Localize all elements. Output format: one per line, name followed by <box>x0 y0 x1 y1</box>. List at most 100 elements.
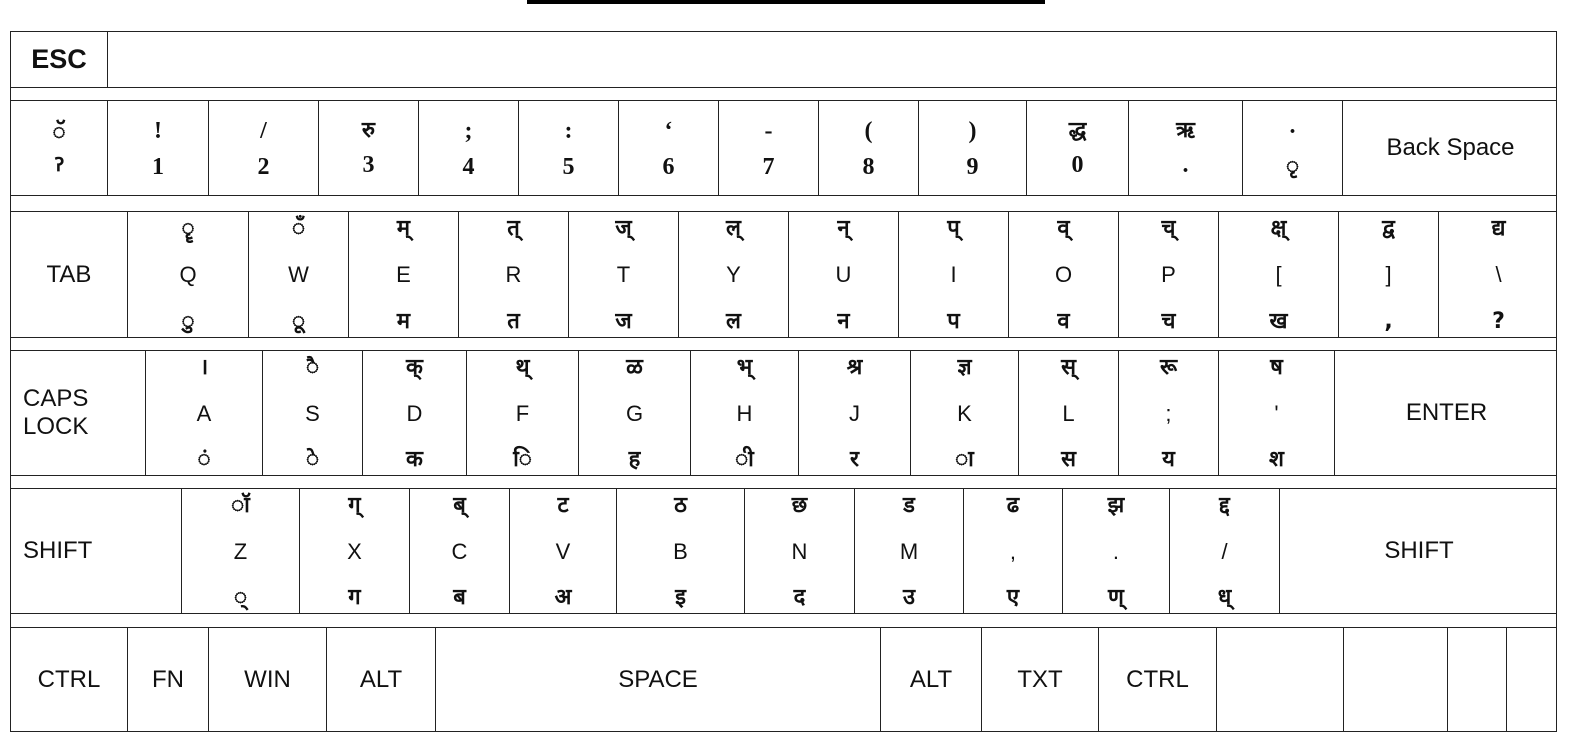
key-5[interactable]: :5 <box>519 101 619 195</box>
key-tab[interactable]: TAB <box>11 212 128 337</box>
key-top-glyph: ॅ <box>52 119 66 145</box>
key-mid-glyph: C <box>451 538 468 564</box>
key-m[interactable]: डMउ <box>855 489 964 613</box>
key-blank[interactable]: द्व], <box>1339 212 1439 337</box>
key-label: SHIFT <box>1384 537 1454 565</box>
key-top-glyph: क्ष् <box>1270 216 1287 241</box>
key-y[interactable]: ल् Y ल <box>679 212 789 337</box>
key-label: ESC <box>31 43 87 74</box>
key-enter[interactable]: ENTER <box>1335 351 1558 475</box>
key-top-glyph: म् <box>396 216 411 241</box>
key-mid-glyph: O <box>1054 262 1073 288</box>
key-blank[interactable]: ढ, ए <box>964 489 1063 613</box>
key-top-glyph: ल् <box>726 216 741 241</box>
key-e[interactable]: म् E म <box>349 212 459 337</box>
key-c[interactable]: ब् C ब <box>410 489 510 613</box>
key-v[interactable]: टVअ <box>510 489 617 613</box>
key-w[interactable]: ँ Wू <box>249 212 349 337</box>
key-f[interactable]: थ् Fि <box>467 351 579 475</box>
key-4[interactable]: ; 4 <box>419 101 519 195</box>
key-z[interactable]: ॉ Z् <box>182 489 300 613</box>
key-mid-glyph: / <box>1221 538 1228 564</box>
key-7[interactable]: -7 <box>719 101 819 195</box>
key-blank[interactable] <box>1448 628 1507 731</box>
space-row: CTRL FN WIN ALT SPACE ALT TXT CTRL <box>10 627 1557 732</box>
key-blank[interactable]: ·ृ <box>1243 101 1343 195</box>
key-mid-glyph: W <box>288 262 309 288</box>
key-bottom-glyph: . <box>1182 151 1189 178</box>
key-bottom-glyph: 7 <box>762 153 775 180</box>
key-top-glyph: ब् <box>453 493 466 518</box>
key-mid-glyph: T <box>616 262 631 288</box>
key-0[interactable]: द्ध 0 <box>1027 101 1129 195</box>
key-blank[interactable]: ऋ. <box>1129 101 1243 195</box>
key-top-glyph: द्व <box>1382 216 1395 241</box>
key-1[interactable]: ! 1 <box>108 101 209 195</box>
key-fn[interactable]: FN <box>128 628 209 731</box>
key-bottom-glyph: ृ <box>1285 153 1300 179</box>
key-win[interactable]: WIN <box>209 628 327 731</box>
key-9[interactable]: ) 9 <box>919 101 1027 195</box>
key-txt[interactable]: TXT <box>982 628 1099 731</box>
key-mid-glyph: M <box>899 538 919 564</box>
row-spacer <box>10 614 1557 627</box>
key-3[interactable]: रु 3 <box>319 101 419 195</box>
key-bottom-glyph: ध् <box>1217 584 1232 610</box>
key-blank[interactable] <box>1217 628 1344 731</box>
key-a[interactable]: । Aं <box>146 351 263 475</box>
key-bottom-glyph: च <box>1161 308 1176 334</box>
key-o[interactable]: व् O व <box>1009 212 1119 337</box>
key-mid-glyph: R <box>505 262 522 288</box>
key-blank[interactable]: ॅ ॽ <box>11 101 108 195</box>
key-esc[interactable]: ESC <box>11 32 108 87</box>
key-2[interactable]: /2 <box>209 101 319 195</box>
key-space[interactable]: SPACE <box>436 628 881 731</box>
key-caps-lock[interactable]: CAPS LOCK <box>11 351 146 475</box>
key-n[interactable]: छNद <box>745 489 855 613</box>
key-blank[interactable] <box>1507 628 1558 731</box>
key-mid-glyph: Q <box>179 262 197 288</box>
key-bottom-glyph: ल <box>726 308 741 334</box>
key-j[interactable]: श्र J र <box>799 351 911 475</box>
key-r[interactable]: त् R त <box>459 212 569 337</box>
key-ctrl[interactable]: CTRL <box>11 628 128 731</box>
key-blank[interactable]: द्य \? <box>1439 212 1558 337</box>
key-blank[interactable]: क्ष् [ख <box>1219 212 1339 337</box>
key-alt[interactable]: ALT <box>327 628 436 731</box>
key-blank[interactable] <box>1344 628 1448 731</box>
key-8[interactable]: (8 <box>819 101 919 195</box>
key-blank[interactable]: द्द / ध् <box>1170 489 1280 613</box>
key-mid-glyph: N <box>791 538 808 564</box>
key-x[interactable]: ग् X ग <box>300 489 410 613</box>
key-6[interactable]: ‘6 <box>619 101 719 195</box>
key-blank[interactable]: ष ' श <box>1219 351 1335 475</box>
key-q[interactable]: ॄ Qु <box>128 212 249 337</box>
key-b[interactable]: ठBइ <box>617 489 745 613</box>
key-top-glyph: ग् <box>348 493 361 518</box>
key-i[interactable]: प् I प <box>899 212 1009 337</box>
key-mid-glyph: [ <box>1275 262 1282 288</box>
key-blank[interactable]: रू; य <box>1119 351 1219 475</box>
key-shift[interactable]: SHIFT <box>1280 489 1558 613</box>
key-t[interactable]: ज् T ज <box>569 212 679 337</box>
key-ctrl[interactable]: CTRL <box>1099 628 1217 731</box>
key-bottom-glyph: 8 <box>862 153 875 180</box>
key-alt[interactable]: ALT <box>881 628 982 731</box>
key-bottom-glyph: , <box>1384 308 1393 334</box>
key-blank-function-strip[interactable] <box>108 32 1556 87</box>
key-s[interactable]: ै Sे <box>263 351 363 475</box>
key-d[interactable]: क् D क <box>363 351 467 475</box>
key-blank[interactable]: झ. ण् <box>1063 489 1170 613</box>
key-l[interactable]: स् L स <box>1019 351 1119 475</box>
key-back-space[interactable]: Back Space <box>1343 101 1558 195</box>
key-k[interactable]: ज्ञ Kा <box>911 351 1019 475</box>
key-shift[interactable]: SHIFT <box>11 489 182 613</box>
key-u[interactable]: न् U न <box>789 212 899 337</box>
key-mid-glyph: A <box>196 400 212 426</box>
key-h[interactable]: भ् Hी <box>691 351 799 475</box>
key-g[interactable]: ळGह <box>579 351 691 475</box>
key-p[interactable]: च् P च <box>1119 212 1219 337</box>
key-top-glyph: भ् <box>736 355 753 380</box>
key-top-glyph: ै <box>305 355 320 380</box>
key-top-glyph: ळ <box>626 355 643 380</box>
